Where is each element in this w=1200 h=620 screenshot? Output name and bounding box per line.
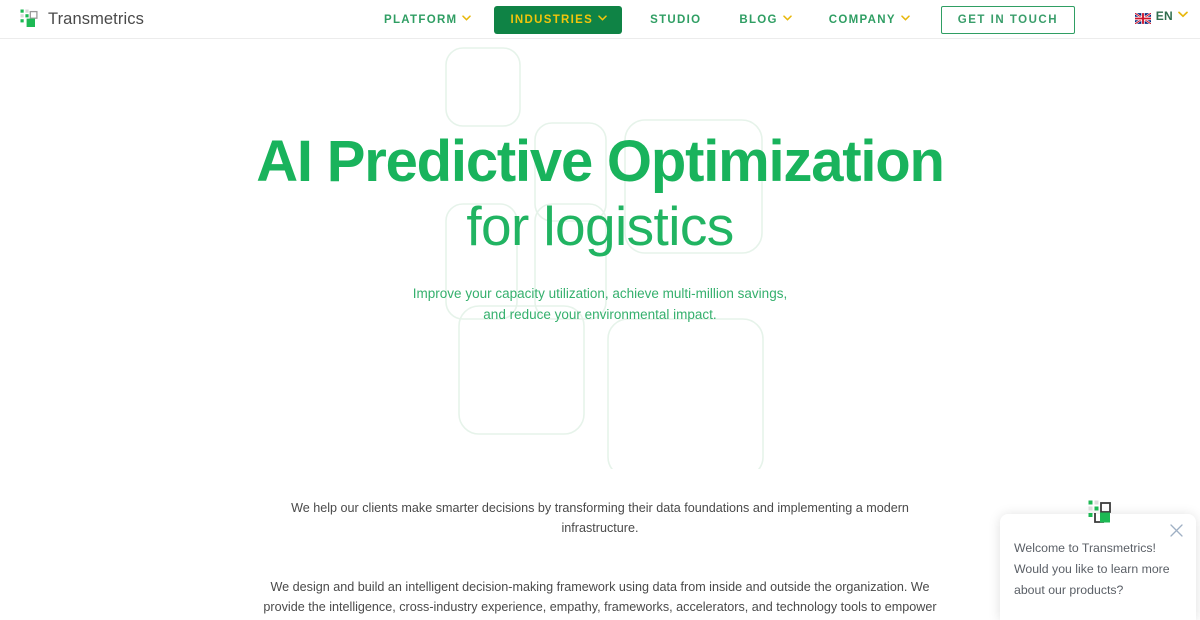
- chevron-down-icon: [1178, 11, 1188, 19]
- hero-tagline: Improve your capacity utilization, achie…: [0, 284, 1200, 326]
- chevron-down-icon: [598, 14, 607, 23]
- main-navigation: PLATFORM INDUSTRIES STUDIO BLOG COMPANY …: [370, 0, 1076, 39]
- language-selector[interactable]: EN: [1134, 9, 1188, 25]
- nav-item-label: STUDIO: [650, 13, 702, 26]
- nav-item-platform[interactable]: PLATFORM: [370, 5, 484, 35]
- chevron-down-icon: [901, 14, 910, 23]
- chevron-down-icon: [783, 14, 792, 23]
- nav-item-label: BLOG: [739, 13, 778, 26]
- get-in-touch-button[interactable]: GET IN TOUCH: [940, 5, 1076, 34]
- page-title: AI Predictive Optimization: [256, 129, 945, 194]
- chat-welcome-message: Welcome to Transmetrics! Would you like …: [1014, 541, 1170, 598]
- brand-logo[interactable]: Transmetrics: [20, 7, 144, 31]
- nav-item-company[interactable]: COMPANY: [815, 5, 923, 35]
- nav-item-label: PLATFORM: [384, 13, 458, 26]
- nav-item-label: INDUSTRIES: [510, 13, 594, 26]
- close-icon[interactable]: [1169, 523, 1184, 538]
- hero-tagline-line-1: Improve your capacity utilization, achie…: [412, 286, 788, 302]
- nav-item-studio[interactable]: STUDIO: [636, 5, 715, 35]
- page-root: Transmetrics PLATFORM INDUSTRIES STUDIO …: [0, 0, 1200, 620]
- hero-tagline-line-2: and reduce your environmental impact.: [483, 307, 717, 323]
- site-header: Transmetrics PLATFORM INDUSTRIES STUDIO …: [0, 0, 1200, 39]
- hero-section: AI Predictive Optimization for logistics…: [0, 39, 1200, 326]
- transmetrics-logo-icon: [20, 9, 40, 29]
- get-in-touch-label: GET IN TOUCH: [957, 13, 1059, 26]
- intro-paragraph: We help our clients make smarter decisio…: [291, 501, 909, 536]
- language-label: EN: [1155, 9, 1173, 23]
- nav-item-industries[interactable]: INDUSTRIES: [494, 5, 623, 34]
- chat-widget[interactable]: Welcome to Transmetrics! Would you like …: [1000, 514, 1196, 620]
- chevron-down-icon: [462, 14, 472, 23]
- page-subtitle-line: for logistics: [466, 194, 734, 257]
- nav-item-blog[interactable]: BLOG: [725, 5, 804, 35]
- nav-item-label: COMPANY: [828, 13, 896, 26]
- description-paragraph: We design and build an intelligent decis…: [263, 579, 937, 615]
- chat-widget-logo-icon[interactable]: [1088, 500, 1114, 526]
- brand-name: Transmetrics: [48, 9, 144, 28]
- uk-flag-icon: [1134, 11, 1152, 25]
